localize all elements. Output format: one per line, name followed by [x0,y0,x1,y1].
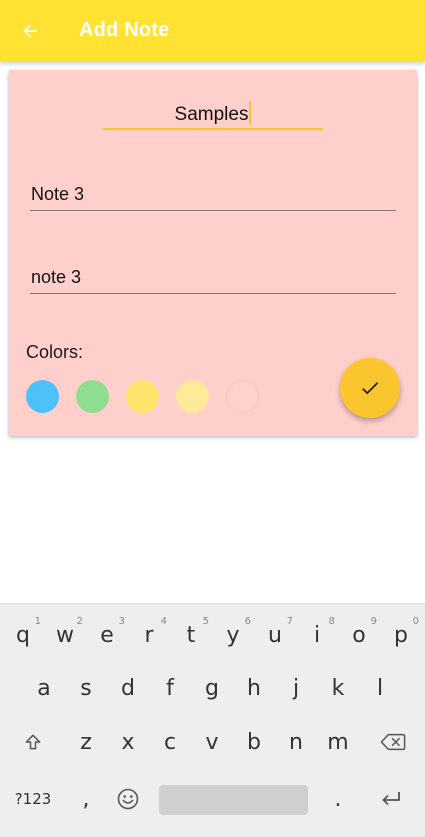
note-title-value: Note 3 [31,184,85,204]
key-b[interactable]: b [234,719,274,765]
color-swatch-pink[interactable] [226,380,259,413]
note-card: Samples Note 3 note 3 Colors: [9,70,417,436]
key-r[interactable]: r4 [129,612,169,658]
key-t[interactable]: t5 [171,612,211,658]
emoji-key[interactable] [108,776,148,822]
key-d[interactable]: d [108,665,148,711]
color-swatch-green[interactable] [76,380,109,413]
key-q[interactable]: q1 [3,612,43,658]
note-content-input[interactable]: note 3 [30,259,396,294]
key-m[interactable]: m [318,719,358,765]
period-key[interactable]: . [318,776,358,822]
key-f[interactable]: f [150,665,190,711]
emoji-icon [117,788,139,810]
space-key[interactable] [159,785,308,815]
comma-key[interactable]: , [66,776,106,822]
enter-key[interactable] [371,776,411,822]
soft-keyboard: q1 w2 e3 r4 t5 y6 u7 i8 o9 p0 a s d f g … [0,603,425,837]
key-s[interactable]: s [66,665,106,711]
colors-label: Colors: [26,342,84,362]
key-j[interactable]: j [276,665,316,711]
category-value: Samples [174,104,249,125]
key-i[interactable]: i8 [297,612,337,658]
shift-icon [25,734,41,750]
key-g[interactable]: g [192,665,232,711]
text-cursor [249,101,252,125]
color-swatch-blue[interactable] [26,380,59,413]
key-k[interactable]: k [318,665,358,711]
key-c[interactable]: c [150,719,190,765]
key-p[interactable]: p0 [381,612,421,658]
arrow-left-icon [23,24,37,38]
app-bar: Add Note [0,0,425,62]
save-note-button[interactable] [340,358,400,418]
key-u[interactable]: u7 [255,612,295,658]
key-v[interactable]: v [192,719,232,765]
enter-icon [382,792,400,806]
key-z[interactable]: z [66,719,106,765]
color-swatch-light-yellow[interactable] [176,380,209,413]
key-h[interactable]: h [234,665,274,711]
symbols-key[interactable]: ?123 [10,776,56,822]
key-a[interactable]: a [24,665,64,711]
backspace-key[interactable] [371,719,415,765]
category-input[interactable]: Samples [103,90,323,130]
page-title: Add Note [79,19,170,41]
note-content-value: note 3 [31,267,82,287]
color-swatch-yellow[interactable] [126,380,159,413]
key-e[interactable]: e3 [87,612,127,658]
backspace-icon [380,733,406,751]
key-l[interactable]: l [360,665,400,711]
key-o[interactable]: o9 [339,612,379,658]
key-x[interactable]: x [108,719,148,765]
key-n[interactable]: n [276,719,316,765]
key-w[interactable]: w2 [45,612,85,658]
check-icon [362,382,379,395]
back-button[interactable] [12,13,48,49]
shift-key[interactable] [13,719,53,765]
note-title-input[interactable]: Note 3 [30,176,396,211]
key-y[interactable]: y6 [213,612,253,658]
